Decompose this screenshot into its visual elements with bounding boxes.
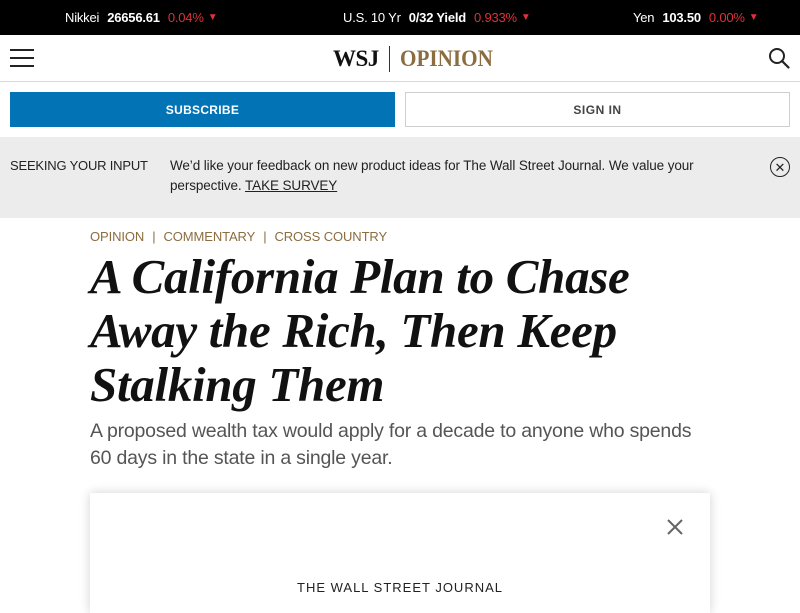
- close-icon[interactable]: [665, 517, 685, 537]
- take-survey-link[interactable]: TAKE SURVEY: [245, 178, 337, 193]
- sign-in-button[interactable]: SIGN IN: [405, 92, 790, 127]
- article-dek: A proposed wealth tax would apply for a …: [90, 420, 692, 469]
- article-headline: A California Plan to Chase Away the Rich…: [90, 249, 630, 412]
- ticker-change: 0.933%: [474, 10, 517, 25]
- logo-wsj-text: WSJ: [333, 46, 379, 71]
- ticker-value: 103.50: [662, 10, 701, 25]
- site-header: WSJ OPINION: [0, 35, 800, 82]
- promo-modal: [90, 493, 710, 613]
- down-arrow-icon: ▼: [748, 12, 759, 23]
- ticker-item-nikkei[interactable]: Nikkei 26656.61 0.04% ▼: [65, 0, 218, 35]
- subscribe-button[interactable]: SUBSCRIBE: [10, 92, 395, 127]
- breadcrumb-opinion[interactable]: OPINION: [90, 229, 144, 244]
- ticker-change: 0.04%: [167, 10, 204, 25]
- breadcrumb-separator: |: [263, 229, 267, 244]
- search-icon[interactable]: [768, 47, 790, 69]
- breadcrumb-cross-country[interactable]: CROSS COUNTRY: [274, 229, 387, 244]
- ticker-value: 0/32 Yield: [408, 10, 466, 25]
- ticker-item-yen[interactable]: Yen 103.50 0.00% ▼: [633, 0, 759, 35]
- down-arrow-icon: ▼: [207, 12, 218, 23]
- ticker-item-us-10yr[interactable]: U.S. 10 Yr 0/32 Yield 0.933% ▼: [343, 0, 531, 35]
- survey-banner: SEEKING YOUR INPUT We’d like your feedba…: [0, 137, 800, 218]
- modal-brand-text: THE WALL STREET JOURNAL: [297, 580, 503, 595]
- market-ticker-bar: Nikkei 26656.61 0.04% ▼ U.S. 10 Yr 0/32 …: [0, 0, 800, 35]
- ticker-name: Yen: [633, 10, 655, 25]
- hamburger-menu-icon[interactable]: [10, 48, 34, 68]
- breadcrumb-separator: |: [152, 229, 156, 244]
- ticker-name: Nikkei: [65, 10, 100, 25]
- wsj-opinion-logo[interactable]: WSJ OPINION: [333, 46, 501, 72]
- survey-close-icon[interactable]: ✕: [770, 157, 790, 177]
- breadcrumb: OPINION | COMMENTARY | CROSS COUNTRY: [90, 229, 387, 244]
- ticker-change: 0.00%: [708, 10, 745, 25]
- logo-section-text: OPINION: [399, 46, 493, 71]
- breadcrumb-commentary[interactable]: COMMENTARY: [163, 229, 255, 244]
- survey-label: SEEKING YOUR INPUT: [10, 158, 148, 173]
- ticker-name: U.S. 10 Yr: [343, 10, 401, 25]
- down-arrow-icon: ▼: [520, 12, 531, 23]
- survey-message: We’d like your feedback on new product i…: [170, 156, 740, 196]
- ticker-value: 26656.61: [107, 10, 160, 25]
- logo-divider: [388, 46, 390, 72]
